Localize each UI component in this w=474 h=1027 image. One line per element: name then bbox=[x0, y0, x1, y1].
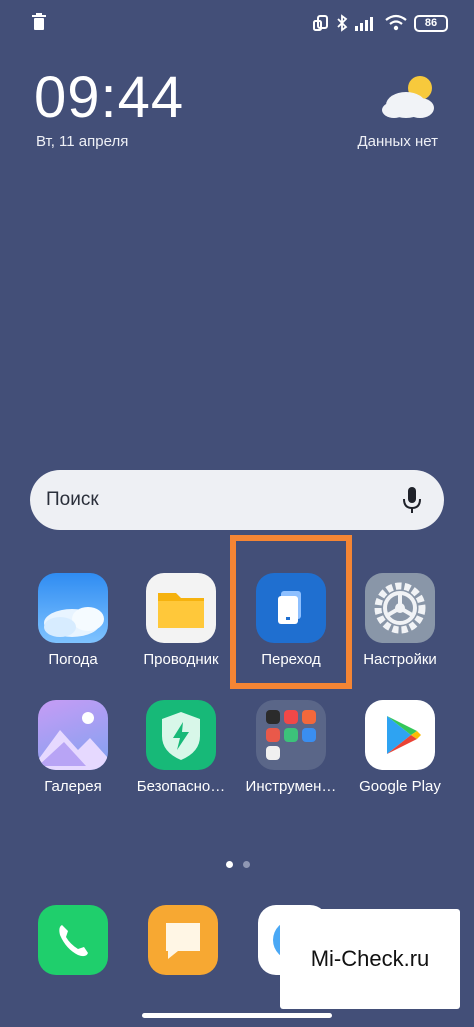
clock-time[interactable]: 09:44 bbox=[34, 68, 184, 128]
app-label: Галерея bbox=[44, 778, 102, 795]
folder-icon bbox=[146, 573, 216, 643]
phone-icon[interactable] bbox=[38, 905, 108, 975]
app-tools-folder[interactable]: Инструмен… bbox=[241, 700, 341, 795]
signal-icon bbox=[355, 17, 373, 31]
app-label: Настройки bbox=[363, 651, 437, 668]
tools-folder-icon bbox=[256, 700, 326, 770]
highlight-frame bbox=[230, 535, 352, 689]
status-icons: 86 bbox=[312, 12, 448, 34]
search-placeholder: Поиск bbox=[46, 489, 99, 510]
trash-icon bbox=[32, 13, 46, 30]
page-dot-active[interactable] bbox=[226, 861, 233, 868]
messages-icon[interactable] bbox=[148, 905, 218, 975]
google-play-icon bbox=[365, 700, 435, 770]
app-gallery[interactable]: Галерея bbox=[23, 700, 123, 795]
microphone-icon[interactable] bbox=[400, 485, 424, 515]
app-label: Безопасно… bbox=[136, 778, 226, 795]
screen-rotate-icon bbox=[313, 15, 328, 31]
watermark-label: Mi-Check.ru bbox=[280, 909, 460, 1009]
wifi-icon bbox=[385, 14, 407, 31]
bluetooth-icon bbox=[337, 14, 348, 32]
app-label: Google Play bbox=[359, 778, 441, 795]
app-weather[interactable]: Погода bbox=[23, 573, 123, 668]
battery-icon: 86 bbox=[414, 14, 448, 32]
app-file-manager[interactable]: Проводник bbox=[131, 573, 231, 668]
cloud-sun-icon[interactable] bbox=[380, 72, 438, 122]
app-settings[interactable]: Настройки bbox=[350, 573, 450, 668]
weather-status[interactable]: Данных нет bbox=[357, 133, 438, 150]
app-label: Погода bbox=[48, 651, 98, 668]
search-bar[interactable]: Поиск bbox=[30, 470, 444, 530]
page-dot[interactable] bbox=[243, 861, 250, 868]
app-security[interactable]: Безопасно… bbox=[131, 700, 231, 795]
weather-app-icon bbox=[38, 573, 108, 643]
gallery-icon bbox=[38, 700, 108, 770]
security-shield-icon bbox=[146, 700, 216, 770]
settings-gear-icon bbox=[365, 573, 435, 643]
clock-date: Вт, 11 апреля bbox=[36, 133, 129, 150]
app-label: Проводник bbox=[143, 651, 219, 668]
home-gesture-bar[interactable] bbox=[142, 1013, 332, 1018]
app-google-play[interactable]: Google Play bbox=[350, 700, 450, 795]
app-label: Инструмен… bbox=[245, 778, 337, 795]
